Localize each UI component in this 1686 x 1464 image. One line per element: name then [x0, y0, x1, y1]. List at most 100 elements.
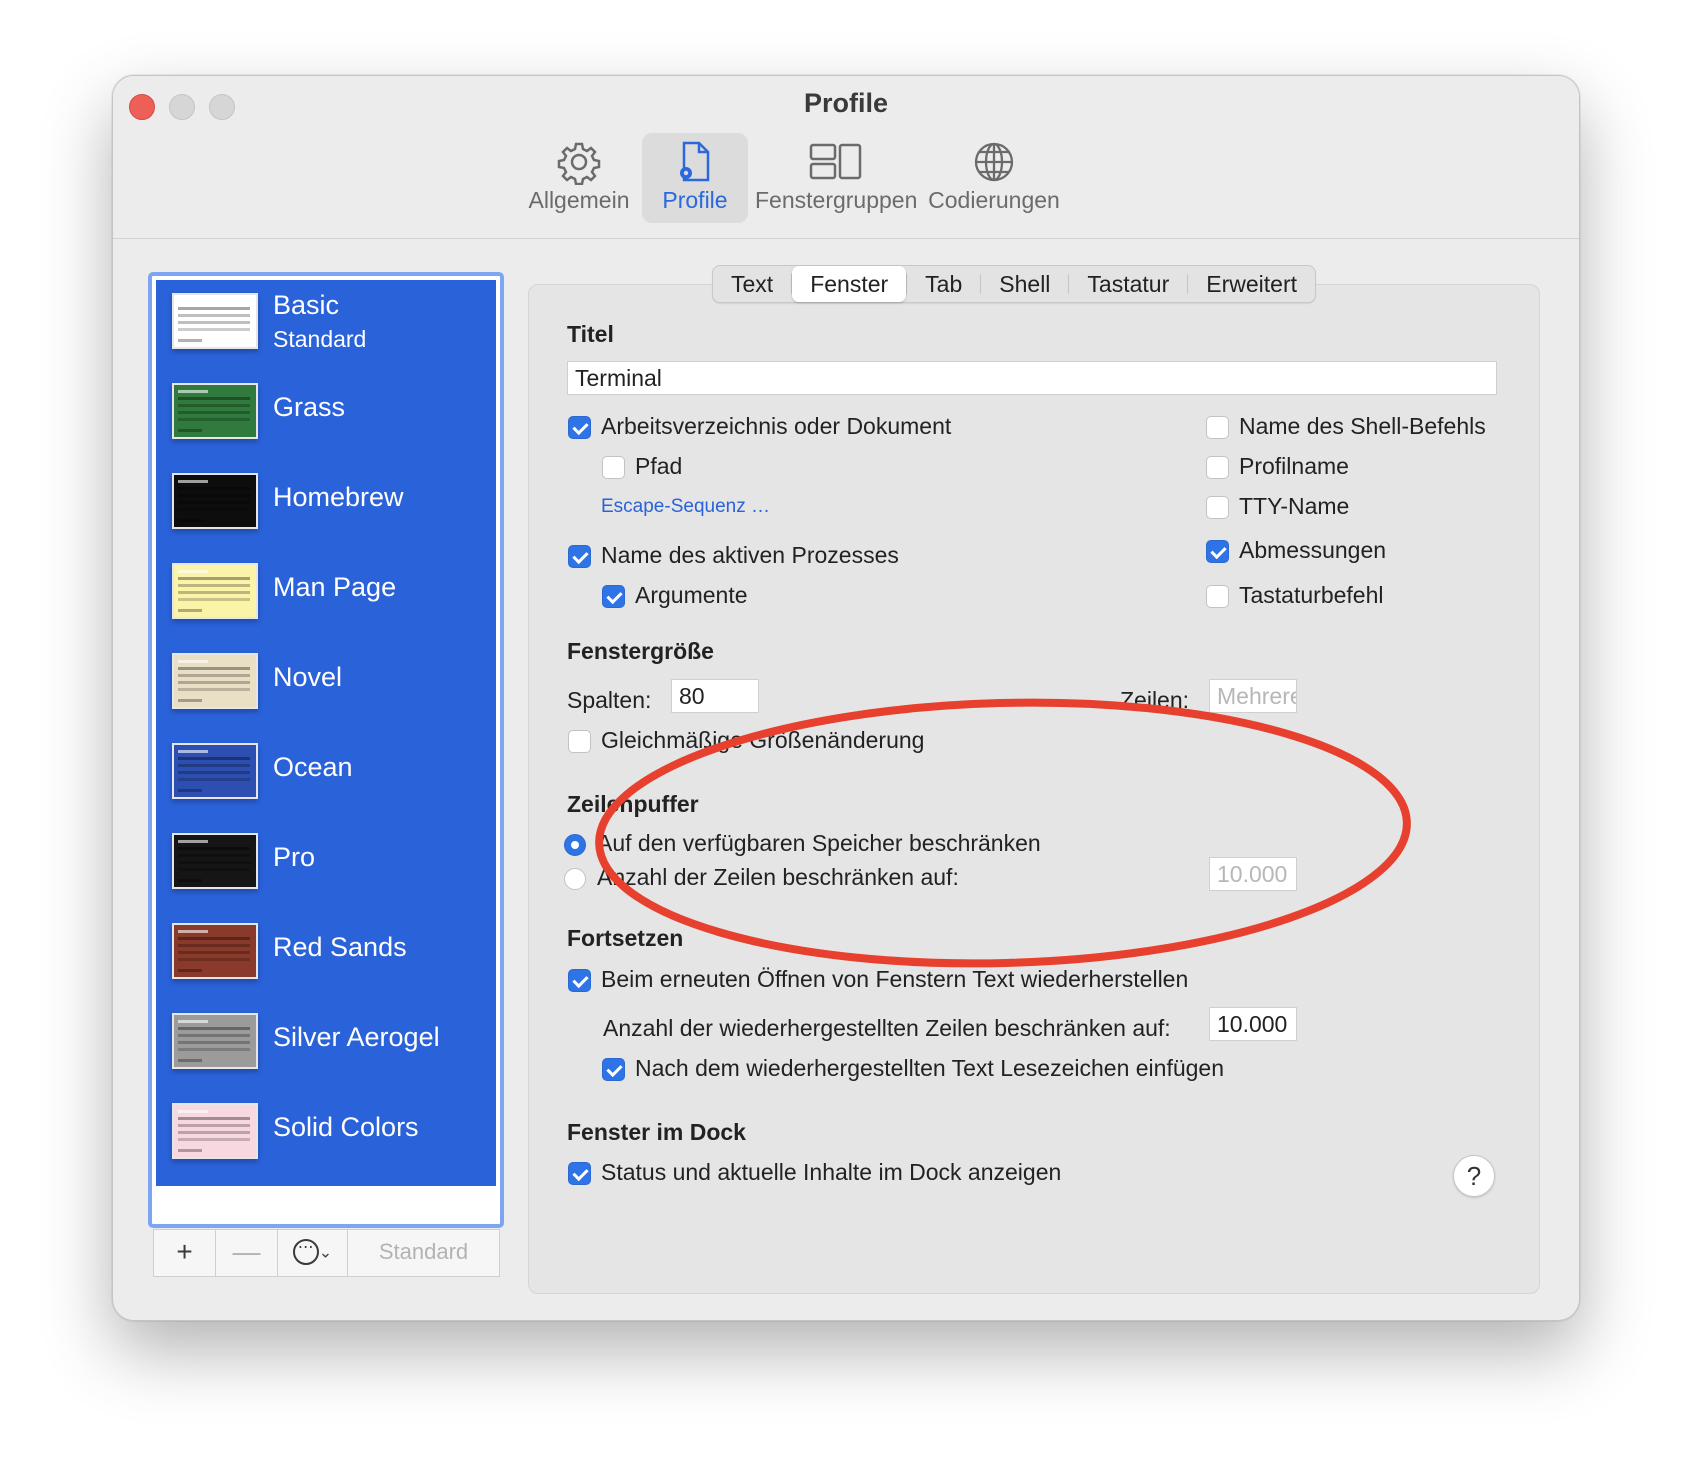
- abmessungen-checkbox[interactable]: [1206, 540, 1229, 563]
- zeilen-input[interactable]: Mehrere: [1209, 679, 1297, 713]
- argumente-checkbox[interactable]: [602, 585, 625, 608]
- preferences-window: Profile Allgemein Profile Fenstergruppen…: [112, 75, 1580, 1321]
- toolbar-fenstergruppen[interactable]: Fenstergruppen: [755, 133, 917, 223]
- zeilen-label: Zeilen:: [1120, 687, 1190, 713]
- profile-row-silver-aerogel[interactable]: Silver Aerogel: [156, 1000, 496, 1090]
- section-title-zeilenpuffer: Zeilenpuffer: [567, 791, 699, 817]
- section-title-fenster-im-dock: Fenster im Dock: [567, 1119, 746, 1145]
- profile-row-novel[interactable]: Novel: [156, 640, 496, 730]
- toolbar-codierungen-label: Codierungen: [928, 187, 1060, 213]
- escape-sequenz-link[interactable]: Escape-Sequenz …: [601, 496, 770, 518]
- profile-document-icon: [680, 141, 710, 182]
- dock-status-checkbox[interactable]: [568, 1162, 591, 1185]
- section-title-fenstergroesse: Fenstergröße: [567, 638, 714, 664]
- add-profile-button[interactable]: +: [154, 1230, 216, 1276]
- tab-erweitert[interactable]: Erweitert: [1188, 266, 1315, 302]
- profilname-checkbox[interactable]: [1206, 456, 1229, 479]
- speicher-radio[interactable]: [564, 834, 586, 856]
- profile-thumbnail: [172, 743, 258, 799]
- remove-profile-button[interactable]: —: [216, 1230, 278, 1276]
- gleichmaessig-label: Gleichmäßige Größenänderung: [601, 727, 925, 753]
- tab-fenster[interactable]: Fenster: [792, 266, 907, 302]
- profile-name: Ocean: [273, 752, 353, 782]
- profile-thumbnail: [172, 1013, 258, 1069]
- prozess-label: Name des aktiven Prozesses: [601, 542, 899, 568]
- profile-thumbnail: [172, 653, 258, 709]
- profile-thumbnail: [172, 563, 258, 619]
- toolbar-profile[interactable]: Profile: [642, 133, 748, 223]
- shell-befehl-checkbox[interactable]: [1206, 416, 1229, 439]
- profile-thumbnail: [172, 923, 258, 979]
- tab-tastatur[interactable]: Tastatur: [1069, 266, 1187, 302]
- dock-status-label: Status und aktuelle Inhalte im Dock anze…: [601, 1159, 1062, 1185]
- spalten-input[interactable]: 80: [671, 679, 759, 713]
- zeilen-limit-label: Anzahl der Zeilen beschränken auf:: [597, 864, 959, 890]
- shell-befehl-label: Name des Shell-Befehls: [1239, 413, 1486, 439]
- profile-name: Basic: [273, 290, 340, 320]
- profile-name: Silver Aerogel: [273, 1022, 440, 1052]
- profile-name: Solid Colors: [273, 1112, 419, 1142]
- lesezeichen-label: Nach dem wiederhergestellten Text Leseze…: [635, 1055, 1225, 1081]
- window-title: Profile: [803, 88, 889, 118]
- profile-row-solid-colors[interactable]: Solid Colors: [156, 1090, 496, 1180]
- profile-row-man-page[interactable]: Man Page: [156, 550, 496, 640]
- prozess-checkbox[interactable]: [568, 545, 591, 568]
- profile-row-pro[interactable]: Pro: [156, 820, 496, 910]
- wiederherstellen-checkbox[interactable]: [568, 969, 591, 992]
- globe-icon: [974, 142, 1014, 182]
- toolbar-allgemein-label: Allgemein: [528, 187, 630, 213]
- profile-actions-menu-button[interactable]: ⋯ ⌄: [278, 1230, 348, 1276]
- profile-name: Grass: [273, 392, 346, 422]
- toolbar-profile-label: Profile: [662, 187, 728, 213]
- more-options-icon: ⋯: [292, 1238, 319, 1265]
- settings-panel: Text Fenster Tab Shell Tastatur Erweiter…: [528, 265, 1540, 1294]
- profile-name: Pro: [273, 842, 316, 872]
- profile-row-red-sands[interactable]: Red Sands: [156, 910, 496, 1000]
- arbeitsverzeichnis-label: Arbeitsverzeichnis oder Dokument: [601, 413, 952, 439]
- toolbar-fenstergruppen-label: Fenstergruppen: [755, 187, 918, 213]
- tab-shell[interactable]: Shell: [981, 266, 1068, 302]
- profile-name: Man Page: [273, 572, 397, 602]
- profile-row-basic[interactable]: Basic Standard: [156, 280, 496, 370]
- tastaturbefehl-checkbox[interactable]: [1206, 585, 1229, 608]
- gleichmaessig-checkbox[interactable]: [568, 730, 591, 753]
- toolbar-allgemein[interactable]: Allgemein: [525, 133, 633, 223]
- lesezeichen-checkbox[interactable]: [602, 1058, 625, 1081]
- gear-icon: [557, 142, 601, 185]
- section-title-titel: Titel: [567, 321, 614, 347]
- profile-row-homebrew[interactable]: Homebrew: [156, 460, 496, 550]
- tab-tab[interactable]: Tab: [907, 266, 980, 302]
- title-input[interactable]: Terminal: [567, 361, 1497, 395]
- zeilen-limit-input[interactable]: 10.000: [1209, 857, 1297, 891]
- tty-name-checkbox[interactable]: [1206, 496, 1229, 519]
- profile-thumbnail: [172, 383, 258, 439]
- title-bar: Profile Allgemein Profile Fenstergruppen…: [113, 76, 1579, 239]
- tty-name-label: TTY-Name: [1239, 493, 1350, 519]
- section-title-fortsetzen: Fortsetzen: [567, 925, 684, 951]
- set-default-profile-button[interactable]: Standard: [348, 1230, 499, 1276]
- toolbar-codierungen[interactable]: Codierungen: [926, 133, 1062, 223]
- profile-list[interactable]: Basic Standard Grass Homebrew Man Page N…: [148, 272, 504, 1228]
- arbeitsverzeichnis-checkbox[interactable]: [568, 416, 591, 439]
- tab-text[interactable]: Text: [713, 266, 791, 302]
- profile-list-selection: Basic Standard Grass Homebrew Man Page N…: [156, 280, 496, 1186]
- profile-thumbnail: [172, 293, 258, 349]
- profile-name: Novel: [273, 662, 343, 692]
- profile-row-ocean[interactable]: Ocean: [156, 730, 496, 820]
- profile-row-grass[interactable]: Grass: [156, 370, 496, 460]
- pfad-checkbox[interactable]: [602, 456, 625, 479]
- wiederherstellen-label: Beim erneuten Öffnen von Fenstern Text w…: [601, 966, 1189, 992]
- settings-tabs: Text Fenster Tab Shell Tastatur Erweiter…: [712, 265, 1316, 303]
- spalten-label: Spalten:: [567, 687, 652, 713]
- window-groups-icon: [809, 143, 862, 180]
- zeilen-limit-radio[interactable]: [564, 868, 586, 890]
- tastaturbefehl-label: Tastaturbefehl: [1239, 582, 1384, 608]
- help-button[interactable]: ?: [1453, 1155, 1495, 1197]
- profile-thumbnail: [172, 833, 258, 889]
- profile-name: Red Sands: [273, 932, 407, 962]
- anzahl-zeilen-input[interactable]: 10.000: [1209, 1007, 1297, 1041]
- speicher-label: Auf den verfügbaren Speicher beschränken: [597, 830, 1041, 856]
- chevron-down-icon: ⌄: [318, 1244, 333, 1262]
- profile-thumbnail: [172, 473, 258, 529]
- pfad-label: Pfad: [635, 453, 683, 479]
